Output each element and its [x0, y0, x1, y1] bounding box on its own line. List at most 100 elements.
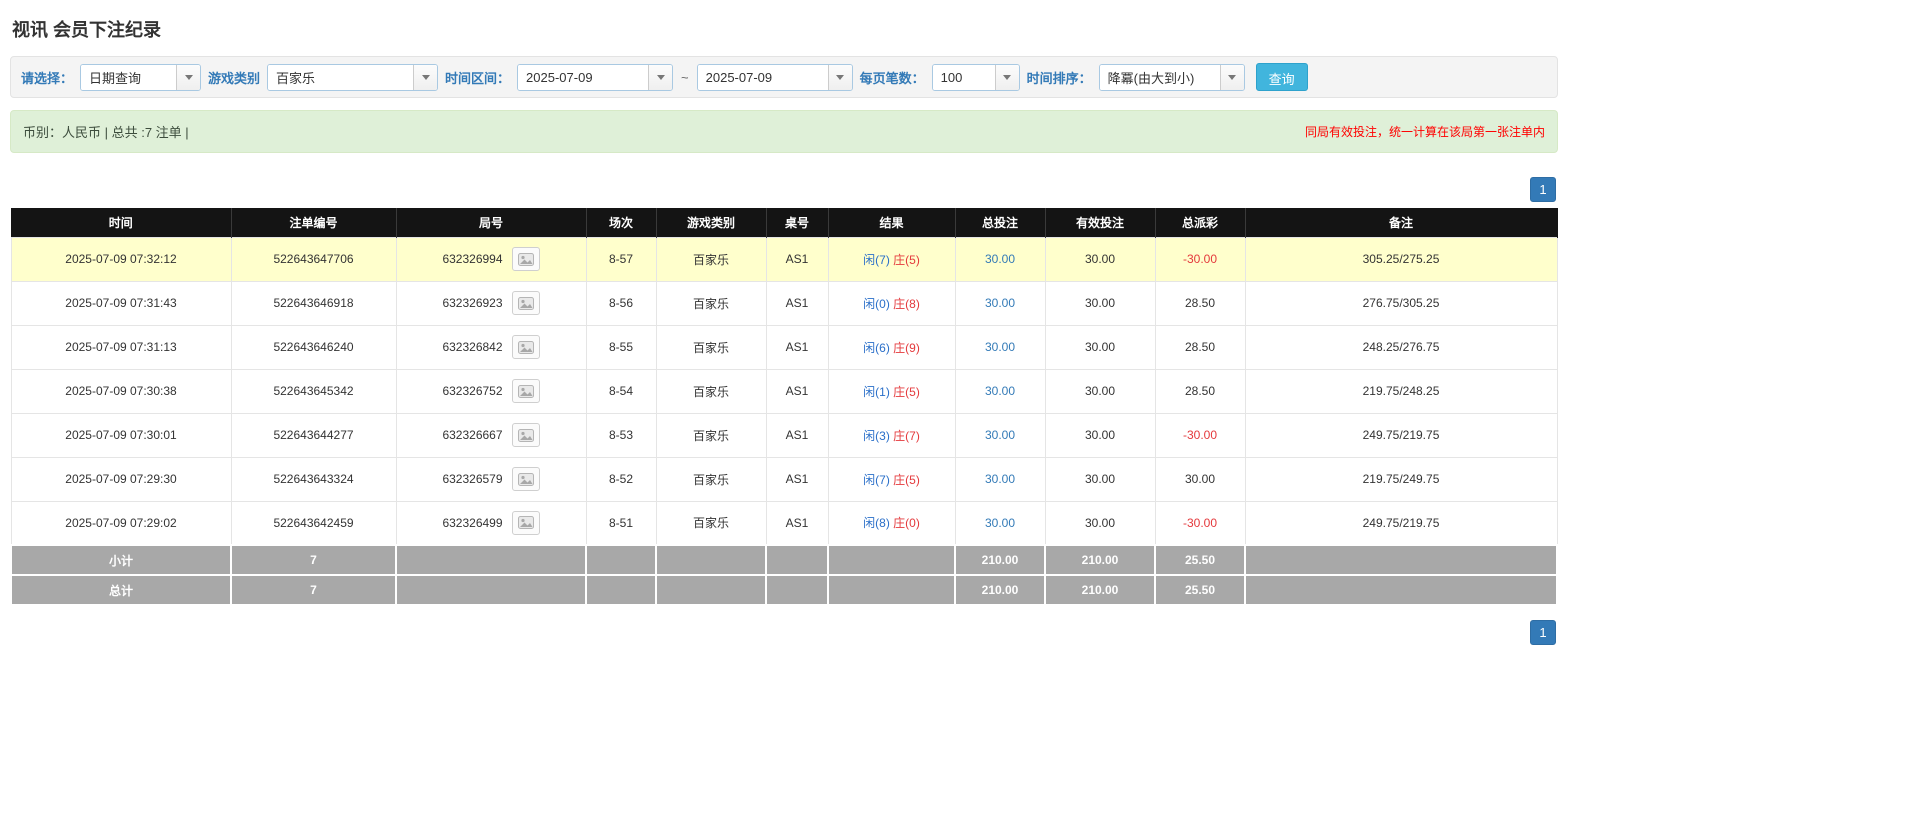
result-banker: 庄(5)	[893, 252, 920, 267]
round-replay-button[interactable]	[511, 335, 540, 359]
column-header: 游戏类别	[656, 208, 767, 237]
per-page-input[interactable]	[932, 64, 995, 90]
date-from-input[interactable]	[518, 64, 649, 90]
cell-bet-id: 522643645342	[230, 368, 397, 414]
summary-row: 小计 7 210.00 210.00 25.50	[10, 544, 1558, 576]
table-row: 2025-07-09 07:31:43 522643646918 632326923…	[10, 280, 1558, 326]
total-bet-link[interactable]: 30.00	[985, 384, 1015, 398]
cell-table-no: AS1	[765, 368, 829, 414]
cell-table-no: AS1	[765, 280, 829, 326]
table-row: 2025-07-09 07:32:12 522643647706 632326994…	[10, 236, 1558, 282]
cell-game-type: 百家乐	[655, 412, 767, 458]
cell-game-type: 百家乐	[655, 236, 767, 282]
summary-empty	[395, 544, 587, 576]
summary-empty	[655, 574, 767, 606]
round-replay-button[interactable]	[511, 247, 540, 271]
cell-total-bet: 30.00	[954, 500, 1046, 546]
page-1-button[interactable]: 1	[1530, 177, 1556, 202]
select-type-input[interactable]	[81, 64, 177, 90]
chevron-down-icon	[656, 74, 665, 80]
cell-bet-id: 522643642459	[230, 500, 397, 546]
round-replay-button[interactable]	[511, 510, 540, 535]
summary-empty	[765, 544, 829, 576]
cell-session: 8-55	[585, 324, 657, 370]
column-header: 结果	[828, 208, 956, 237]
summary-empty	[827, 544, 956, 576]
date-from-dropdown-button[interactable]	[648, 64, 673, 90]
round-replay-button[interactable]	[511, 379, 540, 403]
cell-note: 276.75/305.25	[1244, 280, 1558, 326]
summary-payout: 25.50	[1154, 574, 1246, 606]
cell-game-type: 百家乐	[655, 280, 767, 326]
summary-empty	[827, 574, 956, 606]
date-to-input[interactable]	[697, 64, 828, 90]
total-bet-link[interactable]: 30.00	[985, 428, 1015, 442]
cell-note: 249.75/219.75	[1244, 500, 1558, 546]
per-page-dropdown-button[interactable]	[994, 64, 1019, 90]
date-to-dropdown-button[interactable]	[827, 64, 852, 90]
pagination-top: 1	[10, 177, 1556, 202]
round-id-text: 632326667	[442, 428, 503, 442]
total-bet-link[interactable]: 30.00	[985, 252, 1015, 266]
table-row: 2025-07-09 07:31:13 522643646240 632326842…	[10, 324, 1558, 370]
sort-input[interactable]	[1099, 64, 1220, 90]
chevron-down-icon	[184, 74, 193, 80]
cell-table-no: AS1	[765, 456, 829, 502]
replay-icon	[517, 384, 534, 398]
summary-payout: 25.50	[1154, 544, 1246, 576]
summary-notice-text: 同局有效投注，统一计算在该局第一张注单内	[1304, 125, 1545, 139]
total-bet-link[interactable]: 30.00	[985, 472, 1015, 486]
cell-game-type: 百家乐	[655, 456, 767, 502]
cell-game-type: 百家乐	[655, 324, 767, 370]
select-type-combo	[80, 63, 202, 91]
round-replay-button[interactable]	[511, 291, 540, 315]
cell-round-id: 632326579	[395, 456, 587, 502]
result-banker: 庄(5)	[893, 384, 920, 399]
cell-round-id: 632326994	[395, 236, 587, 282]
bet-records-table: 时间 注单编号 局号 场次 游戏类别 桌号 结果 总投注 有效投注 总派彩 备注 2025-07-0…	[10, 208, 1558, 606]
cell-time: 2025-07-09 07:29:02	[10, 500, 232, 546]
cell-total-bet: 30.00	[954, 280, 1046, 326]
total-bet-link[interactable]: 30.00	[985, 296, 1015, 310]
sort-dropdown-button[interactable]	[1219, 64, 1244, 90]
filter-bar: 请选择： 游戏类别 时间区间： ~ 每页笔数： 时间排序：	[10, 56, 1558, 98]
summary-valid-bet: 210.00	[1044, 544, 1156, 576]
currency-summary-text: 币别：人民币 | 总共 :7 注单 |	[23, 125, 189, 140]
table-row: 2025-07-09 07:29:30 522643643324 632326579…	[10, 456, 1558, 502]
sort-label: 时间排序：	[1026, 70, 1092, 86]
cell-total-bet: 30.00	[954, 236, 1046, 282]
cell-time: 2025-07-09 07:31:43	[10, 280, 232, 326]
sort-combo	[1098, 63, 1245, 91]
round-replay-button[interactable]	[511, 423, 540, 447]
cell-valid-bet: 30.00	[1044, 412, 1156, 458]
search-button[interactable]: 查询	[1255, 63, 1308, 91]
cell-total-bet: 30.00	[954, 368, 1046, 414]
total-bet-link[interactable]: 30.00	[985, 516, 1015, 530]
cell-bet-id: 522643646918	[230, 280, 397, 326]
column-header: 桌号	[766, 208, 829, 237]
cell-valid-bet: 30.00	[1044, 280, 1156, 326]
cell-note: 305.25/275.25	[1244, 236, 1558, 282]
pagination-bottom: 1	[10, 620, 1556, 645]
cell-round-id: 632326667	[395, 412, 587, 458]
table-row: 2025-07-09 07:30:38 522643645342 632326752…	[10, 368, 1558, 414]
chevron-down-icon	[421, 74, 430, 80]
page-title: 视讯 会员下注纪录	[12, 20, 162, 40]
cell-total-bet: 30.00	[954, 412, 1046, 458]
cell-time: 2025-07-09 07:30:38	[10, 368, 232, 414]
round-id-text: 632326994	[442, 252, 503, 266]
game-type-dropdown-button[interactable]	[413, 64, 438, 90]
cell-session: 8-53	[585, 412, 657, 458]
summary-count: 7	[230, 574, 397, 606]
total-bet-link[interactable]: 30.00	[985, 340, 1015, 354]
summary-label: 总计	[10, 574, 232, 606]
game-type-input[interactable]	[268, 64, 414, 90]
summary-empty	[655, 544, 767, 576]
range-separator: ~	[681, 69, 689, 85]
cell-note: 219.75/249.75	[1244, 456, 1558, 502]
select-type-dropdown-button[interactable]	[176, 64, 201, 90]
result-player: 闲(7)	[863, 252, 890, 267]
page-1-button[interactable]: 1	[1530, 620, 1556, 645]
table-row: 2025-07-09 07:30:01 522643644277 632326667…	[10, 412, 1558, 458]
round-replay-button[interactable]	[511, 467, 540, 491]
